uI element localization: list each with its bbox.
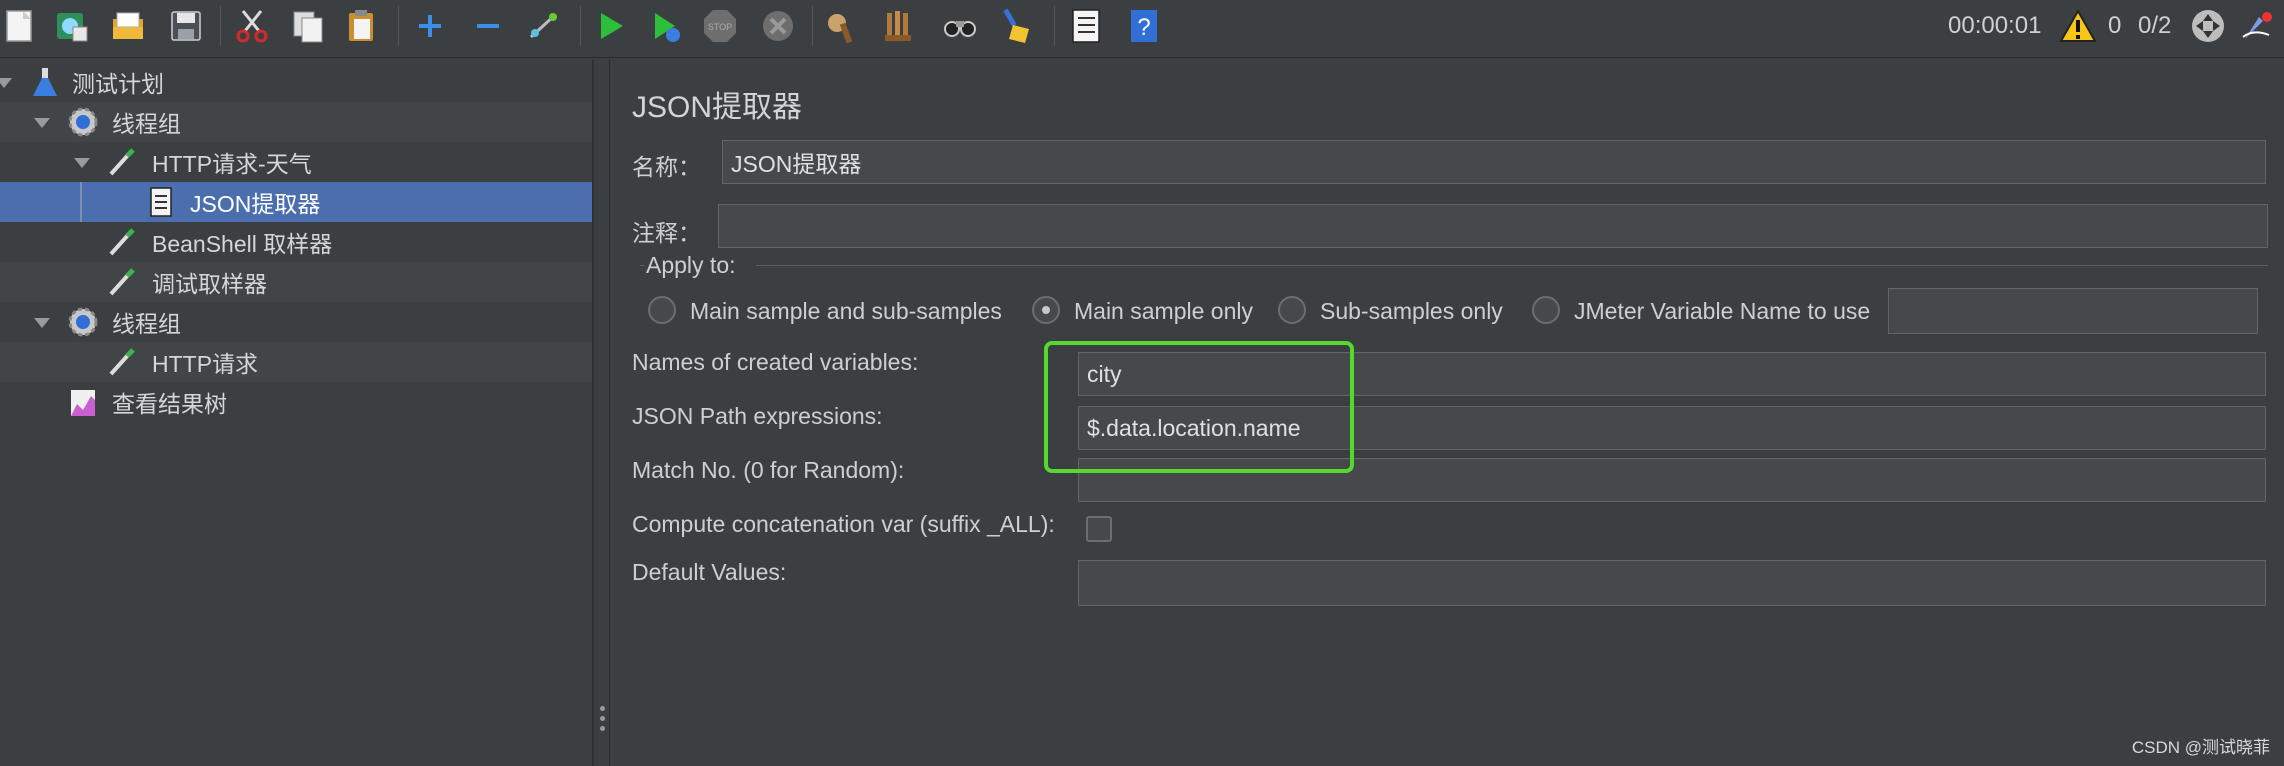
tree-item-test-plan[interactable]: 测试计划: [0, 62, 592, 102]
splitter-grip-dot: [600, 716, 605, 721]
clear-icon[interactable]: [820, 6, 860, 46]
apply-to-border: [756, 265, 2268, 266]
pipette-icon: [104, 265, 138, 299]
pipette-icon: [104, 345, 138, 379]
tree-item-thread-group-2[interactable]: 线程组: [0, 302, 592, 342]
toggle-icon[interactable]: [524, 6, 564, 46]
clear-all-icon[interactable]: [878, 6, 918, 46]
radio-main-and-sub[interactable]: [648, 296, 676, 324]
apply-to-border: [640, 265, 644, 266]
tree-item-label: 查看结果树: [112, 391, 227, 417]
warning-icon[interactable]: [2058, 6, 2098, 46]
log-viewer-icon[interactable]: [2238, 6, 2278, 46]
default-values-label: Default Values:: [632, 559, 787, 585]
collapse-icon[interactable]: [468, 6, 508, 46]
flask-icon: [28, 65, 62, 99]
save-icon[interactable]: [166, 6, 206, 46]
tree-item-label: HTTP请求-天气: [152, 151, 312, 177]
gear-icon: [66, 305, 100, 339]
gear-icon: [66, 105, 100, 139]
comment-label: 注释：: [632, 220, 701, 246]
tree-item-label: JSON提取器: [190, 191, 321, 217]
tree-item-label: BeanShell 取样器: [152, 231, 333, 257]
name-label: 名称：: [632, 154, 701, 180]
remote-status-icon[interactable]: [2188, 6, 2228, 46]
watermark: CSDN @测试晓菲: [2131, 738, 2270, 757]
shutdown-icon[interactable]: [758, 6, 798, 46]
radio-variable-name[interactable]: [1532, 296, 1560, 324]
match-no-label: Match No. (0 for Random):: [632, 457, 905, 483]
tree-item-view-results-tree[interactable]: 查看结果树: [0, 382, 592, 422]
splitter-handle[interactable]: [596, 60, 610, 766]
tree-border: [592, 60, 594, 766]
tree-item-json-extractor[interactable]: JSON提取器: [0, 182, 592, 222]
tree-item-thread-group[interactable]: 线程组: [0, 102, 592, 142]
tree-item-label: 测试计划: [72, 71, 164, 97]
stop-icon[interactable]: STOP: [700, 6, 740, 46]
open-icon[interactable]: [108, 6, 148, 46]
tree-item-label: 线程组: [112, 111, 181, 137]
comment-field[interactable]: [718, 204, 2268, 248]
radio-sub-only[interactable]: [1278, 296, 1306, 324]
active-threads: 0/2: [2138, 12, 2172, 39]
tree-item-http-request-weather[interactable]: HTTP请求-天气: [0, 142, 592, 182]
json-path-label: JSON Path expressions:: [632, 403, 883, 429]
radio-main-only[interactable]: [1032, 296, 1060, 324]
tree-item-label: 线程组: [112, 311, 181, 337]
collapse-arrow-icon[interactable]: [74, 158, 90, 168]
tree-item-http-request[interactable]: HTTP请求: [0, 342, 592, 382]
radio-variable-name-label: JMeter Variable Name to use: [1574, 298, 1871, 324]
svg-text:?: ?: [1137, 14, 1150, 41]
tree-item-beanshell-sampler[interactable]: BeanShell 取样器: [0, 222, 592, 262]
annotation-highlight-box: [1044, 341, 1354, 473]
document-icon: [144, 185, 178, 219]
radio-main-only-label: Main sample only: [1074, 298, 1253, 324]
splitter-grip-dot: [600, 726, 605, 731]
splitter-grip-dot: [600, 706, 605, 711]
chart-icon: [66, 385, 100, 419]
new-file-icon[interactable]: [0, 6, 40, 46]
tree-item-label: 调试取样器: [152, 271, 267, 297]
collapse-arrow-icon[interactable]: [34, 118, 50, 128]
toolbar: STOP ? 00:00:01 0 0/2: [0, 0, 2284, 58]
concat-checkbox[interactable]: [1086, 516, 1112, 542]
radio-main-and-sub-label: Main sample and sub-samples: [690, 298, 1002, 324]
reset-search-icon[interactable]: [998, 6, 1038, 46]
help-icon[interactable]: ?: [1124, 6, 1164, 46]
elapsed-time: 00:00:01: [1948, 12, 2042, 39]
name-field[interactable]: JSON提取器: [722, 140, 2266, 184]
search-icon[interactable]: [940, 6, 980, 46]
collapse-arrow-icon[interactable]: [34, 318, 50, 328]
expand-icon[interactable]: [410, 6, 450, 46]
function-helper-icon[interactable]: [1066, 6, 1106, 46]
tree-item-debug-sampler[interactable]: 调试取样器: [0, 262, 592, 302]
tree-guide-line: [80, 182, 82, 222]
variable-name-field[interactable]: [1888, 288, 2258, 334]
concat-label: Compute concatenation var (suffix _ALL):: [632, 511, 1055, 537]
start-no-pauses-icon[interactable]: [646, 6, 686, 46]
copy-icon[interactable]: [288, 6, 328, 46]
warning-count: 0: [2108, 12, 2122, 39]
radio-sub-only-label: Sub-samples only: [1320, 298, 1503, 324]
collapse-arrow-icon[interactable]: [0, 78, 12, 88]
names-label: Names of created variables:: [632, 349, 919, 375]
templates-icon[interactable]: [52, 6, 92, 46]
pipette-icon: [104, 145, 138, 179]
tree-item-label: HTTP请求: [152, 351, 259, 377]
cut-icon[interactable]: [232, 6, 272, 46]
apply-to-legend: Apply to:: [646, 252, 736, 278]
panel-title: JSON提取器: [632, 91, 803, 124]
start-icon[interactable]: [590, 6, 630, 46]
paste-icon[interactable]: [342, 6, 382, 46]
pipette-icon: [104, 225, 138, 259]
svg-text:STOP: STOP: [708, 22, 732, 32]
default-values-field[interactable]: [1078, 560, 2266, 606]
